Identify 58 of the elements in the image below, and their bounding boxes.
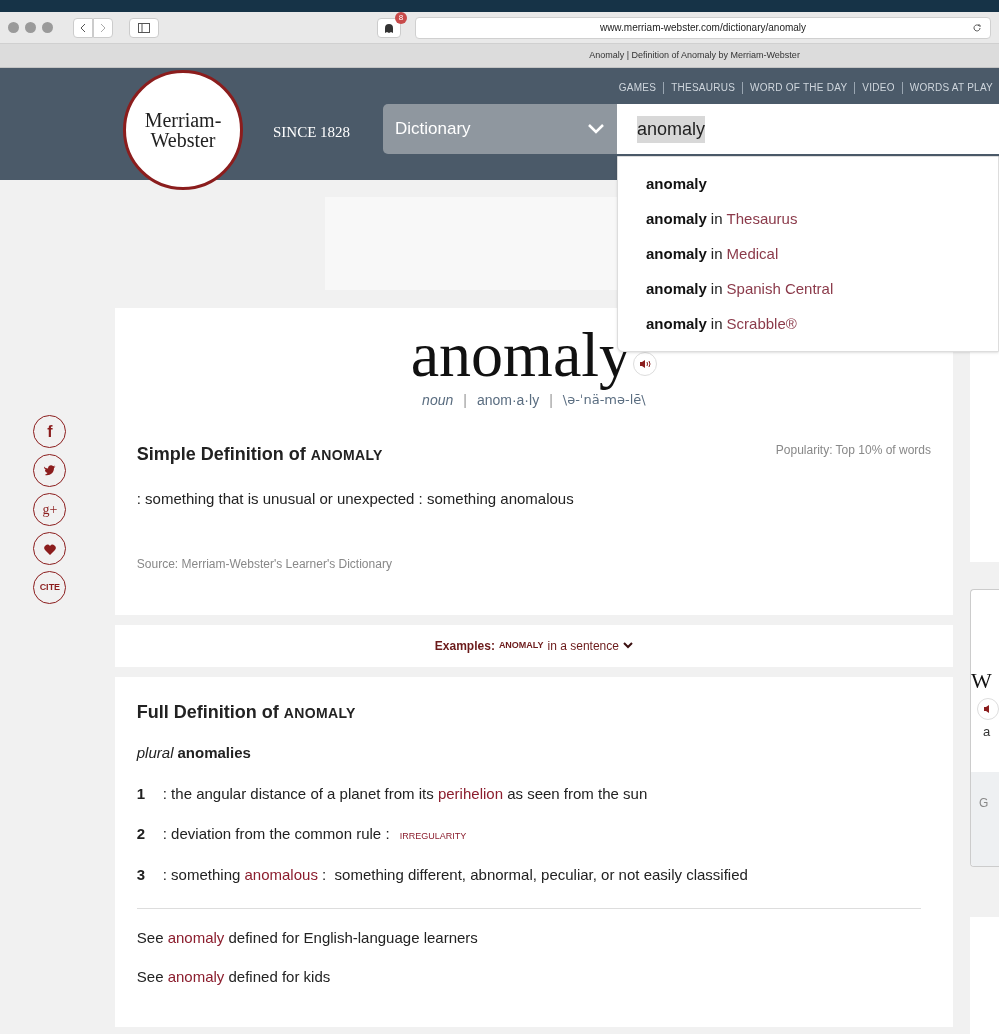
popularity-text: Popularity: Top 10% of words [775,442,931,459]
logo-text: Merriam- [144,110,222,130]
sense-number: 2 [136,824,147,844]
sense-text: : the angular distance of a planet from its perihelion as seen from the sun [162,783,648,804]
chevron-down-icon [622,642,633,650]
search-field[interactable]: anomaly [617,104,999,154]
speaker-icon [984,704,992,714]
sense-text: : deviation from the common rule : IRREGULARITY [162,824,467,844]
see-also-text: See anomaly defined for kids [136,966,332,987]
sidebar-icon [138,22,150,33]
see-also-text: See anomaly defined for English-language learners [136,928,479,948]
sense-number: 3 [136,864,147,885]
ghost-icon [384,22,394,33]
chevron-right-icon [99,22,107,33]
pronunciation-text: \ə-ˈnä-mə-lē\ [562,391,646,409]
part-of-speech: noun [422,391,454,410]
headword: anomaly [410,322,632,388]
sense-text: : something anomalous : something different, abnormal, peculiar, or not easily classified [162,864,748,885]
headword-caps: ANOMALY [310,446,383,465]
card-text: a [983,723,992,741]
definition-link[interactable]: perihelion [437,784,503,802]
card-title: W [971,670,993,692]
separator-text: | [463,391,467,410]
definition-link[interactable]: IRREGULARITY [399,831,467,841]
definition-text: : something that is unusual or unexpected : something anomalous [136,489,575,509]
sense-number: 1 [136,783,147,804]
chevron-left-icon [79,22,87,33]
suggestion-item[interactable]: anomaly in Thesaurus [646,210,998,228]
syllables-text: anom·a·ly [476,391,540,410]
nav-link[interactable]: GAMES [618,80,657,95]
logo-text: Webster [150,130,216,150]
speaker-icon [639,359,652,369]
nav-link[interactable]: THESAURUS [671,80,736,95]
section-title: Full Definition of [136,701,279,724]
ghost-button[interactable] [377,17,401,38]
definition-link[interactable]: anomalous [244,865,318,883]
plural-label: plural [136,743,174,763]
suggestion-item[interactable]: anomaly [646,175,998,193]
section-title: Simple Definition of [136,443,306,466]
address-bar[interactable]: www.merriam-webster.com/dictionary/anomaly [415,16,991,39]
separator-text: | [549,391,553,410]
suggestion-item[interactable]: anomaly in Scrabble® [646,315,998,333]
plural-word: anomalies [177,743,251,763]
reload-icon[interactable] [972,22,982,33]
since-text: SINCE 1828 [273,123,351,142]
chevron-down-icon [587,123,605,135]
suggestion-item[interactable]: anomaly in Spanish Central [646,280,998,298]
source-text: Source: Merriam-Webster's Learner's Dictionary [136,555,393,573]
examples-bar[interactable]: Examples: ANOMALY in a sentence [114,625,953,667]
headword-caps: ANOMALY [283,704,356,723]
nav-link[interactable]: VIDEO [862,80,895,95]
word-link[interactable]: anomaly [167,967,225,985]
sidebar-button[interactable] [129,17,159,38]
nav-link[interactable]: WORDS AT PLAY [909,80,993,95]
nav-link[interactable]: WORD OF THE DAY [750,80,848,95]
card-label: G [979,795,989,810]
word-link[interactable]: anomaly [167,929,225,946]
suggestion-item[interactable]: anomaly in Medical [646,245,998,263]
